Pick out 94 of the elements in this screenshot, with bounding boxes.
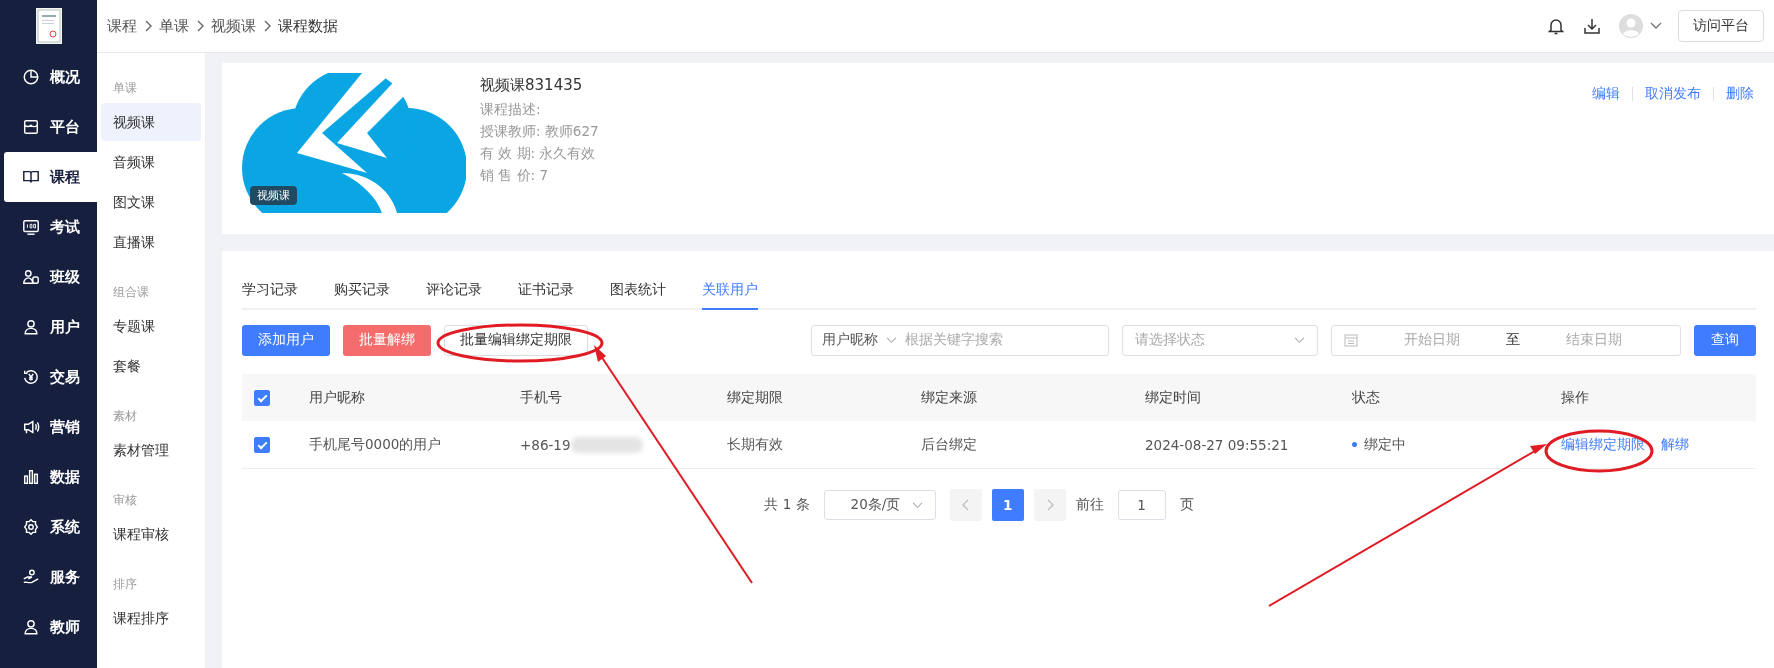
search-field[interactable]: 用户昵称 根据关键字搜索 [811,324,1109,356]
table-cell-text: 手机尾号0000的用户 [308,435,443,454]
submenu-item[interactable]: 图文课 [101,183,201,221]
page-suffix: 页 [1179,496,1194,514]
column-header: 绑定时间 [1144,388,1202,407]
user-icon [22,318,40,336]
breadcrumb-link[interactable]: 单课 [159,16,189,36]
submenu-item[interactable]: 课程排序 [101,599,201,637]
column-header: 操作 [1560,388,1590,407]
chevron-left-icon [960,498,971,512]
course-action-link[interactable]: 取消发布 [1645,85,1701,103]
nav-item[interactable]: 班级 [4,252,97,302]
chevron-right-icon [143,19,153,33]
gear-icon [22,518,40,536]
breadcrumb-link[interactable]: 课程 [107,16,137,36]
bell-icon[interactable] [1546,16,1566,36]
goto-label: 前往 [1075,496,1104,514]
course-detail: 销 售 价: 7 [480,167,549,185]
nav-item[interactable]: 数据 [4,452,97,502]
menu-group-label: 单课 [112,80,138,97]
tab[interactable]: 图表统计 [610,273,666,310]
nav-item[interactable]: 教师 [4,602,97,652]
hand-icon [22,568,40,586]
caret-down-icon[interactable] [1650,22,1662,30]
toolbar-button[interactable]: 添加用户 [242,324,330,356]
caret-down-icon[interactable] [886,336,897,344]
submenu-item[interactable]: 专题课 [101,307,201,345]
course-action-link[interactable]: 删除 [1726,85,1754,103]
tab[interactable]: 购买记录 [334,273,390,310]
menu-group-label: 素材 [112,408,138,425]
nav-item[interactable]: 系统 [4,502,97,552]
submenu-item[interactable]: 课程审核 [101,515,201,553]
menu-group-label: 组合课 [112,284,150,301]
column-header: 绑定来源 [920,388,978,407]
column-header: 绑定期限 [726,388,784,407]
group-icon [22,268,40,286]
bars-icon [22,468,40,486]
tab[interactable]: 关联用户 [702,273,758,310]
tab[interactable]: 评论记录 [426,273,482,310]
submenu-item[interactable]: 视频课 [101,103,201,141]
checkbox[interactable] [254,390,270,406]
caret-down-icon [911,501,923,509]
breadcrumb-current: 课程数据 [278,16,338,36]
monitor-icon [22,218,40,236]
date-range-field[interactable]: 开始日期 至 结束日期 [1331,324,1681,356]
chevron-right-icon [195,19,205,33]
nav-item[interactable]: 服务 [4,552,97,602]
column-header: 用户昵称 [308,388,366,407]
megaphone-icon [22,418,40,436]
menu-group-label: 排序 [112,576,138,593]
checkbox[interactable] [254,437,270,453]
download-icon[interactable] [1582,16,1602,36]
status-text: 绑定中 [1364,435,1406,454]
page-size-select[interactable]: 20条/页 [823,490,936,520]
row-action-link[interactable]: 解绑 [1661,435,1689,454]
table-cell: +86-19 [520,436,571,453]
course-title: 视频课831435 [480,76,584,95]
tab[interactable]: 证书记录 [518,273,574,310]
query-button[interactable]: 查询 [1694,324,1756,356]
pie-icon [22,68,40,86]
breadcrumb-link[interactable]: 视频课 [211,16,256,36]
page-input[interactable]: 1 [1117,490,1166,520]
nav-item[interactable]: 用户 [4,302,97,352]
course-detail: 有 效 期: 永久有效 [480,145,597,163]
nav-item[interactable]: 概况 [4,52,97,102]
course-type-badge: 视频课 [250,186,297,205]
nav-item[interactable]: 课程 [4,152,97,202]
table-cell-text: 2024-08-27 09:55:21 [1144,436,1290,453]
chevron-right-icon [262,19,272,33]
submenu-item[interactable]: 音频课 [101,143,201,181]
total-count: 共 1 条 [764,496,810,514]
tab[interactable]: 学习记录 [242,273,298,310]
store-icon [22,118,40,136]
menu-group-label: 审核 [112,492,138,509]
visit-platform-button[interactable]: 访问平台 [1678,10,1764,42]
course-action-link[interactable]: 编辑 [1592,85,1620,103]
course-detail: 课程描述: [480,101,542,119]
course-detail: 授课教师: 教师627 [480,123,599,141]
nav-item[interactable]: 营销 [4,402,97,452]
table-cell-text: 长期有效 [726,435,784,454]
table-cell-text: 后台绑定 [920,435,978,454]
page-number[interactable]: 1 [991,489,1024,521]
yen-icon [22,368,40,386]
nav-item[interactable]: 平台 [4,102,97,152]
caret-down-icon [1294,336,1305,344]
column-header: 手机号 [519,388,563,407]
calendar-icon [1344,333,1358,347]
column-header: 状态 [1351,388,1381,407]
submenu-item[interactable]: 素材管理 [101,431,201,469]
submenu-item[interactable]: 套餐 [101,347,201,385]
submenu-item[interactable]: 直播课 [101,223,201,261]
nav-item[interactable]: 考试 [4,202,97,252]
user-icon [22,618,40,636]
nav-item[interactable]: 交易 [4,352,97,402]
